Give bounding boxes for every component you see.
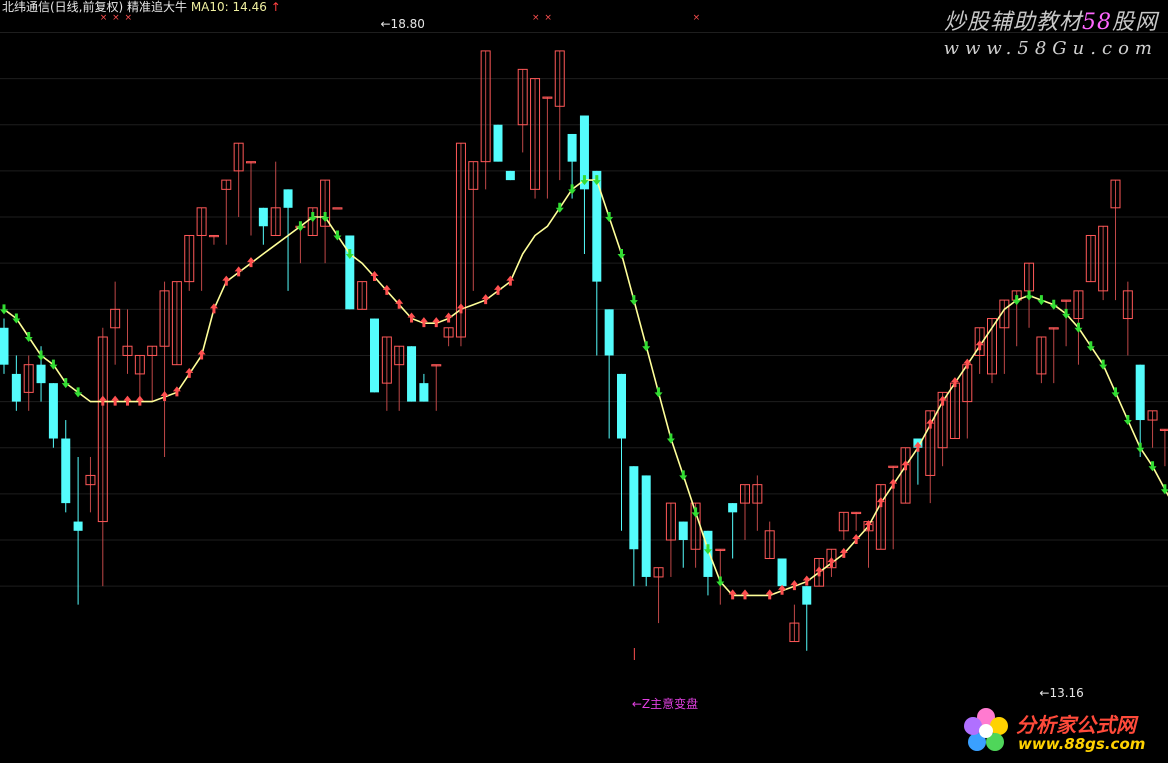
down-arrow-icon (74, 387, 83, 398)
candle-bodies (0, 50, 1168, 643)
candle-body (283, 189, 293, 208)
chart-header: 北纬通信(日线,前复权) 精准追大牛 MA10: 14.46 ↑ (2, 0, 281, 14)
top-x-marker: × (544, 13, 552, 23)
watermark-brand-num: 58 (1081, 10, 1112, 35)
stock-title: 北纬通信(日线,前复权) 精准追大牛 (2, 0, 187, 14)
candle-body (61, 438, 71, 504)
candle-body (258, 207, 268, 227)
down-arrow-icon (1025, 290, 1034, 301)
candle-body (1159, 428, 1168, 431)
candle-body (370, 318, 379, 393)
down-arrow-icon (1111, 387, 1120, 398)
up-arrow-icon (741, 589, 749, 600)
candle-body (493, 124, 503, 162)
watermark-brand: 炒股辅助教材58股网 (944, 4, 1158, 36)
down-arrow-icon (691, 507, 700, 518)
candle-body (345, 235, 355, 310)
flower-logo-icon (964, 708, 1008, 751)
candle-body (11, 373, 21, 402)
candle-body (1135, 364, 1145, 421)
down-arrow-icon (1037, 295, 1046, 306)
up-arrow-icon (111, 395, 120, 406)
up-arrow-icon (444, 312, 453, 323)
up-tick-icon: ↑ (270, 0, 281, 14)
up-arrow-icon (790, 580, 799, 591)
up-arrow-icon (123, 395, 132, 406)
up-arrow-icon (432, 317, 441, 328)
down-arrow-icon (1012, 295, 1021, 306)
down-arrow-icon (679, 470, 688, 481)
candle-body (641, 475, 651, 577)
candle-body (407, 346, 417, 402)
watermark-brand-prefix: 炒股辅助教材 (943, 10, 1082, 35)
candle-body (604, 309, 614, 356)
candle-body (777, 558, 787, 587)
candle-body (332, 207, 343, 210)
candle-body (802, 586, 812, 605)
watermark-bottom-url: www.88gs.com (1018, 735, 1146, 753)
watermark-bottom: 分析家公式网 www.88gs.com (960, 705, 1160, 757)
watermark-url: www.58Gu.com (943, 38, 1158, 59)
down-arrow-icon (642, 341, 651, 352)
candlestick-chart: × × × × × × ←18.80 ←13.16 ←Z主意变盘 (0, 13, 1168, 711)
candle-body (617, 373, 626, 439)
top-x-marker: × (125, 13, 133, 23)
down-arrow-icon (617, 248, 626, 259)
up-arrow-icon (98, 395, 107, 406)
ma-value: 14.46 (232, 0, 267, 14)
up-arrow-icon (222, 275, 231, 286)
up-arrow-icon (197, 349, 206, 360)
down-arrow-icon (296, 221, 305, 232)
low-price-label: ←13.16 (1039, 686, 1083, 700)
candle-body (567, 133, 577, 162)
down-arrow-icon (0, 304, 8, 315)
top-x-marker: × (532, 13, 540, 23)
up-arrow-icon (802, 575, 811, 586)
candle-body (36, 364, 46, 384)
down-arrow-icon (654, 387, 663, 398)
candle-body (505, 170, 515, 181)
top-x-marker: × (693, 13, 701, 23)
annotation-label: ←Z主意变盘 (632, 696, 698, 711)
down-arrow-icon (1123, 415, 1132, 426)
up-arrow-icon (728, 589, 737, 600)
down-arrow-icon (666, 433, 675, 444)
candle-body (629, 466, 639, 550)
candle-body (419, 383, 429, 402)
top-x-marker: × (112, 13, 120, 23)
ma10-line (3, 179, 1168, 597)
watermark-brand-suffix: 股网 (1111, 10, 1158, 35)
up-arrow-icon (407, 312, 416, 323)
candle-body (678, 521, 688, 541)
up-arrow-icon (481, 294, 490, 305)
up-arrow-icon (419, 317, 428, 328)
candle-body (728, 503, 738, 513)
up-arrow-icon (765, 589, 774, 600)
down-arrow-icon (629, 295, 638, 306)
candle-body (48, 383, 58, 439)
down-arrow-icon (605, 212, 614, 223)
candle-body (73, 521, 83, 531)
up-arrow-icon (160, 390, 169, 401)
top-x-marker: × (100, 13, 108, 23)
down-arrow-icon (308, 212, 317, 223)
candle-body (0, 327, 9, 365)
watermark-bottom-brand: 分析家公式网 (1016, 713, 1136, 737)
down-arrow-icon (1049, 299, 1058, 310)
high-price-label: ←18.80 (381, 17, 425, 31)
up-arrow-icon (135, 395, 144, 406)
watermark-top: 炒股辅助教材58股网 www.58Gu.com (944, 4, 1158, 59)
ma-label: MA10: (190, 0, 229, 14)
